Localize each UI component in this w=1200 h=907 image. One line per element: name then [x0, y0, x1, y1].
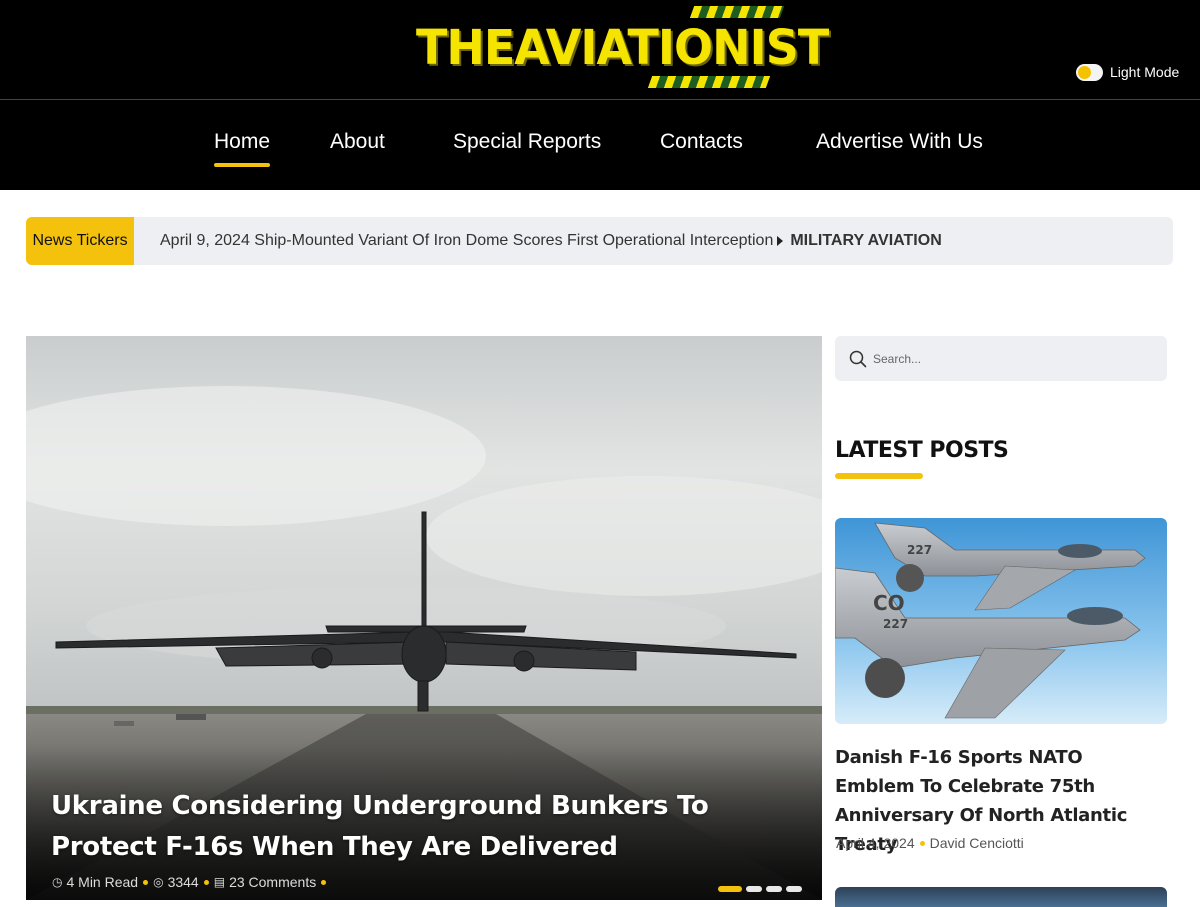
comment-count[interactable]: 23 Comments: [229, 874, 316, 890]
ticker-headline[interactable]: April 9, 2024 Ship-Mounted Variant Of Ir…: [160, 232, 773, 250]
slider-dot[interactable]: [766, 886, 782, 892]
hero-headline[interactable]: Ukraine Considering Underground Bunkers …: [51, 786, 731, 868]
nav-advertise[interactable]: Advertise With Us: [816, 130, 983, 154]
post-thumbnail[interactable]: [835, 887, 1167, 907]
meta-separator: [919, 840, 925, 846]
f16-image: 227 CO 227: [835, 518, 1167, 724]
meta-separator: [321, 879, 327, 885]
post-date: April 4, 2024: [836, 835, 915, 851]
search-input[interactable]: [873, 351, 1153, 366]
post-thumbnail[interactable]: 227 CO 227: [835, 518, 1167, 724]
nav-contacts[interactable]: Contacts: [660, 130, 743, 154]
site-logo[interactable]: THEAVIATIONIST: [410, 2, 829, 92]
site-header: THEAVIATIONIST Light Mode: [0, 0, 1200, 100]
latest-posts-heading: LATEST POSTS: [835, 438, 1009, 463]
svg-text:227: 227: [883, 617, 908, 631]
nav-home[interactable]: Home: [214, 130, 271, 167]
featured-slider[interactable]: Ukraine Considering Underground Bunkers …: [26, 336, 822, 900]
light-mode-toggle[interactable]: Light Mode: [1076, 62, 1179, 82]
search-box: [835, 336, 1167, 381]
logo-checker-stripe: [689, 6, 785, 18]
post-author[interactable]: David Cenciotti: [930, 835, 1024, 851]
svg-text:227: 227: [907, 543, 932, 557]
slider-dot[interactable]: [786, 886, 802, 892]
mode-label: Light Mode: [1110, 64, 1180, 80]
eye-icon: ◎: [153, 875, 164, 889]
meta-separator: [203, 879, 209, 885]
slider-pagination: [718, 886, 802, 892]
toggle-switch[interactable]: [1076, 63, 1103, 81]
heading-underline: [835, 473, 923, 479]
hero-meta: ◷ 4 Min Read ◎ 3344 ▤ 23 Comments: [52, 874, 331, 890]
ticker-category[interactable]: MILITARY AVIATION: [790, 232, 941, 250]
main-navigation: Home About Special Reports Contacts Adve…: [0, 100, 1200, 190]
slider-dot[interactable]: [718, 886, 742, 892]
read-time: 4 Min Read: [66, 874, 139, 890]
meta-separator: [143, 879, 149, 885]
svg-text:CO: CO: [873, 591, 905, 615]
view-count: 3344: [167, 874, 199, 890]
logo-text: THEAVIATIONIST: [416, 18, 829, 76]
clock-icon: ◷: [52, 875, 63, 889]
slider-dot[interactable]: [746, 886, 762, 892]
logo-checker-stripe: [647, 76, 771, 88]
nav-special-reports[interactable]: Special Reports: [453, 130, 601, 154]
caret-right-icon: [777, 235, 784, 246]
post-meta: April 4, 2024 David Cenciotti: [836, 835, 1024, 851]
search-icon[interactable]: [849, 350, 867, 368]
ticker-label: News Tickers: [26, 217, 134, 265]
toggle-knob: [1078, 65, 1091, 79]
news-ticker: News Tickers April 9, 2024 Ship-Mounted …: [26, 217, 1173, 265]
comment-icon: ▤: [213, 875, 226, 889]
nav-about[interactable]: About: [330, 130, 385, 154]
